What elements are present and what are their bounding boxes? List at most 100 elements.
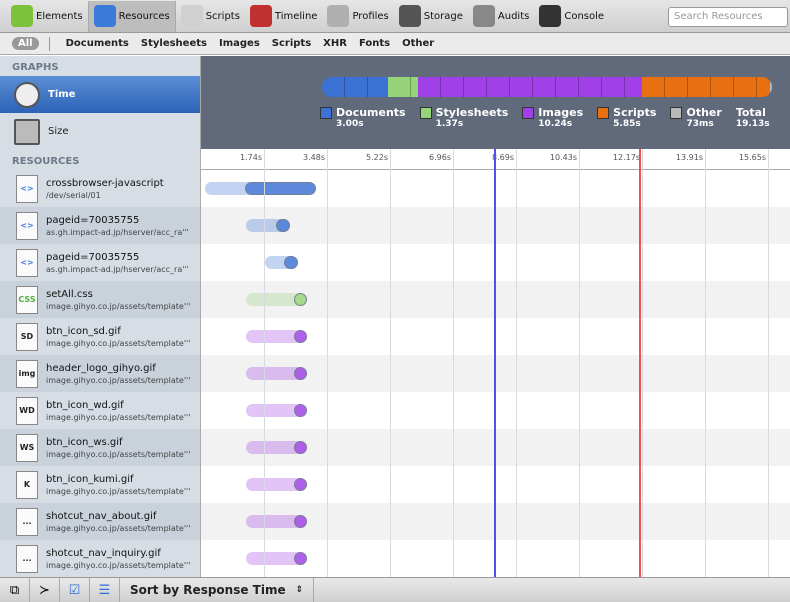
resource-item[interactable]: Kbtn_icon_kumi.gif image.gihyo.co.jp/asse… <box>0 466 200 503</box>
ruler-tick: 5.22s <box>366 153 388 162</box>
resource-subtitle: image.gihyo.co.jp/assets/template''' <box>46 523 191 533</box>
resource-item[interactable]: ... shotcut_nav_inquiry.gif image.gihyo.co… <box>0 540 200 577</box>
download-bar <box>294 367 308 380</box>
filter-other[interactable]: Other <box>402 38 434 49</box>
legend-value: 5.85s <box>613 119 641 129</box>
legend-value: 19.13s <box>735 119 770 129</box>
legend-value: 3.00s <box>336 119 364 129</box>
resource-item[interactable]: CSS setAll.css image.gihyo.co.jp/assets/te… <box>0 281 200 318</box>
file-icon: <> <box>16 174 38 203</box>
filter-fonts[interactable]: Fonts <box>359 38 390 49</box>
grid-line <box>453 149 454 577</box>
legend-label: Other <box>686 106 722 119</box>
file-icon: ... <box>16 507 38 536</box>
legend-label: Images <box>538 106 584 119</box>
ruler-tick: 3.48s <box>303 153 325 162</box>
resources-icon <box>93 5 116 27</box>
graph-size[interactable]: Size <box>0 113 200 150</box>
resource-item[interactable]: img header_logo_gihyo.gif image.gihyo.co.j… <box>0 355 200 392</box>
resource-subtitle: image.gihyo.co.jp/assets/template''' <box>46 412 191 422</box>
resource-subtitle: /dev/serial/01 <box>46 190 101 200</box>
filter-stylesheets[interactable]: Stylesheets <box>141 38 207 49</box>
download-bar <box>294 552 308 565</box>
tab-label: Elements <box>36 10 83 22</box>
ruler-tick: 6.96s <box>429 153 451 162</box>
console-icon[interactable]: ≻ <box>30 578 60 602</box>
filter-scripts[interactable]: Scripts <box>272 38 311 49</box>
tab-label: Storage <box>423 10 463 22</box>
resource-item[interactable]: WD btn_icon_wd.gif image.gihyo.co.jp/asset… <box>0 392 200 429</box>
file-icon: CSS <box>16 285 38 314</box>
resource-item[interactable]: ... shotcut_nav_about.gif image.gihyo.co.j… <box>0 503 200 540</box>
tab-resources[interactable]: Resources <box>87 0 176 32</box>
dock-icon[interactable]: ⧉ <box>0 578 30 602</box>
legend-swatch <box>670 107 683 119</box>
resource-subtitle: as.gh.impact-ad.jp/hserver/acc_ra''' <box>46 227 189 237</box>
weights-icon <box>14 118 40 145</box>
tab-elements[interactable]: Elements <box>6 1 88 32</box>
grid-line <box>768 149 769 577</box>
legend-scripts: Scripts 5.85s <box>597 106 656 129</box>
tab-audits[interactable]: Audits <box>468 1 534 32</box>
legend-value: 10.24s <box>538 119 573 129</box>
dom-content-loaded-line <box>494 149 497 577</box>
tab-label: Console <box>564 10 605 22</box>
tab-console[interactable]: Console <box>534 1 609 32</box>
filter-documents[interactable]: Documents <box>66 38 129 49</box>
tab-profiles[interactable]: Profiles <box>322 1 393 32</box>
ruler-tick: 13.91s <box>675 153 703 162</box>
resource-name: shotcut_nav_about.gif <box>46 510 157 522</box>
enable-resource-tracking-icon[interactable]: ☑ <box>60 578 90 602</box>
console-icon <box>539 5 562 27</box>
file-icon: ... <box>16 544 38 573</box>
profiles-icon <box>327 5 350 27</box>
status-bar: ⧉ ≻ ☑ ☰ Sort by Response Time ⇕ <box>0 577 790 602</box>
legend-swatch <box>419 107 432 119</box>
download-bar <box>294 293 308 306</box>
sort-label: Sort by Response Time <box>130 583 286 597</box>
resource-name: crossbrowser-javascript <box>46 177 164 189</box>
storage-icon <box>398 5 421 27</box>
file-icon: WS <box>16 433 38 462</box>
resource-subtitle: image.gihyo.co.jp/assets/template''' <box>46 375 191 385</box>
legend-swatch <box>320 107 332 119</box>
resource-name: btn_icon_sd.gif <box>46 325 121 337</box>
graph-time[interactable]: Time <box>0 76 200 113</box>
grid-line <box>327 149 328 577</box>
resource-item[interactable]: <> crossbrowser-javascript/dev/serial/01 <box>0 170 200 207</box>
tab-label: Resources <box>118 10 170 22</box>
audits-icon <box>472 5 495 27</box>
file-icon: WD <box>16 396 38 425</box>
tab-storage[interactable]: Storage <box>394 1 468 32</box>
filter-images[interactable]: Images <box>219 38 260 49</box>
download-bar <box>294 515 308 528</box>
summary-legend: Documents 3.00s Stylesheets 1.37s Images 10.2… <box>320 106 784 129</box>
legend-swatch <box>597 107 610 119</box>
resource-item[interactable]: WS btn_icon_ws.gif image.gihyo.co.jp/asset… <box>0 429 200 466</box>
legend-label: Stylesheets <box>435 106 509 119</box>
resource-item[interactable]: <> pageid=70035755 as.gh.impact-ad.jp/hser… <box>0 207 200 244</box>
sort-select[interactable]: Sort by Response Time ⇕ <box>120 578 315 602</box>
tab-timeline[interactable]: Timeline <box>245 1 323 32</box>
ruler-tick: 12.17s <box>612 153 640 162</box>
tab-scripts[interactable]: Scripts <box>176 1 245 32</box>
graph-label: Size <box>48 126 69 137</box>
tab-label: Profiles <box>352 10 389 22</box>
resource-name: header_logo_gihyo.gif <box>46 362 156 374</box>
legend-label: Scripts <box>613 106 657 119</box>
resource-subtitle: as.gh.impact-ad.jp/hserver/acc_ra''' <box>46 264 189 274</box>
resource-item[interactable]: SD btn_icon_sd.gif image.gihyo.co.jp/asset… <box>0 318 200 355</box>
divider <box>48 36 50 51</box>
graphs-header: GRAPHS <box>12 62 59 73</box>
resource-subtitle: image.gihyo.co.jp/assets/template''' <box>46 338 191 348</box>
filter-all[interactable]: All <box>12 37 39 50</box>
sidebar: GRAPHS Time Size RESOURCES <> crossbrowse… <box>0 56 201 577</box>
resource-name: setAll.css <box>46 288 93 300</box>
filter-xhr[interactable]: XHR <box>323 38 347 49</box>
grid-line <box>264 149 265 577</box>
resource-name: pageid=70035755 <box>46 214 140 226</box>
resource-item[interactable]: <> pageid=70035755 as.gh.impact-ad.jp/hser… <box>0 244 200 281</box>
search-resources-input[interactable]: Search Resources <box>668 7 788 27</box>
small-rows-icon[interactable]: ☰ <box>90 578 120 602</box>
scripts-icon <box>180 5 203 27</box>
